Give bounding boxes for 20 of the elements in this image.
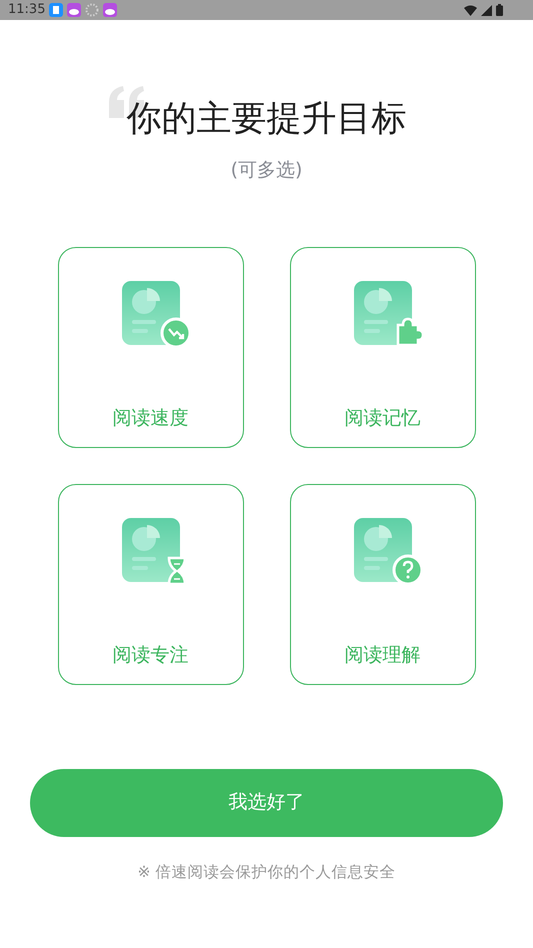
- page-title: 你的主要提升目标: [126, 98, 406, 140]
- loading-icon: [85, 3, 100, 17]
- weather-icon: [103, 3, 118, 17]
- wifi-icon: [464, 4, 477, 16]
- goal-label: 阅读速度: [112, 406, 188, 430]
- battery-icon: [496, 4, 503, 16]
- goal-card[interactable]: 阅读速度: [58, 246, 244, 448]
- subtitle: (可多选): [230, 158, 302, 183]
- weather-icon: [67, 3, 82, 17]
- goal-card[interactable]: 阅读专注: [58, 484, 244, 684]
- goal-card[interactable]: 阅读理解: [290, 484, 476, 684]
- signal-icon: [481, 4, 492, 16]
- goal-label: 阅读理解: [344, 642, 420, 668]
- app-icon: [49, 3, 64, 17]
- status-time: 11:35: [8, 1, 46, 20]
- goal-card[interactable]: 阅读记忆: [290, 246, 476, 448]
- goal-label: 阅读专注: [112, 642, 188, 668]
- privacy-note: ※ 倍速阅读会保护你的个人信息安全: [138, 862, 396, 882]
- confirm-button[interactable]: 我选好了: [30, 768, 503, 836]
- goal-label: 阅读记忆: [344, 406, 420, 430]
